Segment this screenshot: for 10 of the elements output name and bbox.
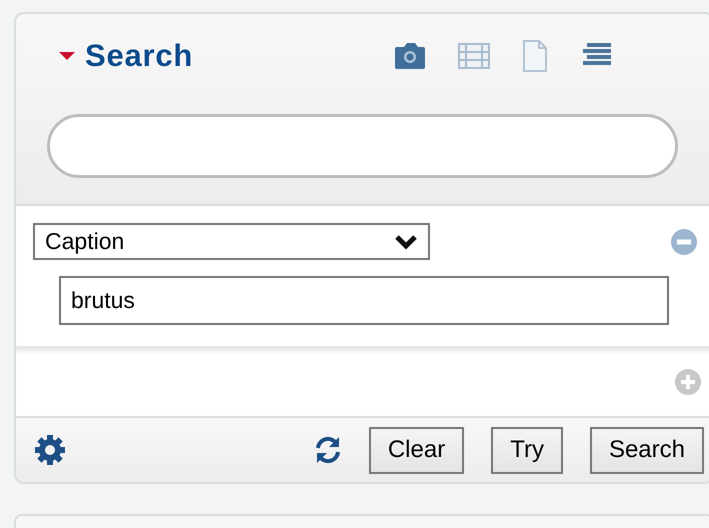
panel-title: Search (85, 36, 194, 75)
value-field[interactable]: brutus (59, 276, 669, 325)
settings-icon[interactable] (34, 434, 66, 466)
collapse-toggle-icon[interactable] (57, 50, 77, 62)
camera-icon[interactable] (393, 41, 427, 71)
toolbar-button[interactable]: Search (590, 426, 704, 474)
toolbar-button[interactable]: Try (491, 426, 563, 474)
chevron-down-icon (394, 234, 418, 250)
toolbar-button[interactable]: Clear (368, 426, 464, 474)
field-select[interactable]: Caption (33, 223, 430, 260)
